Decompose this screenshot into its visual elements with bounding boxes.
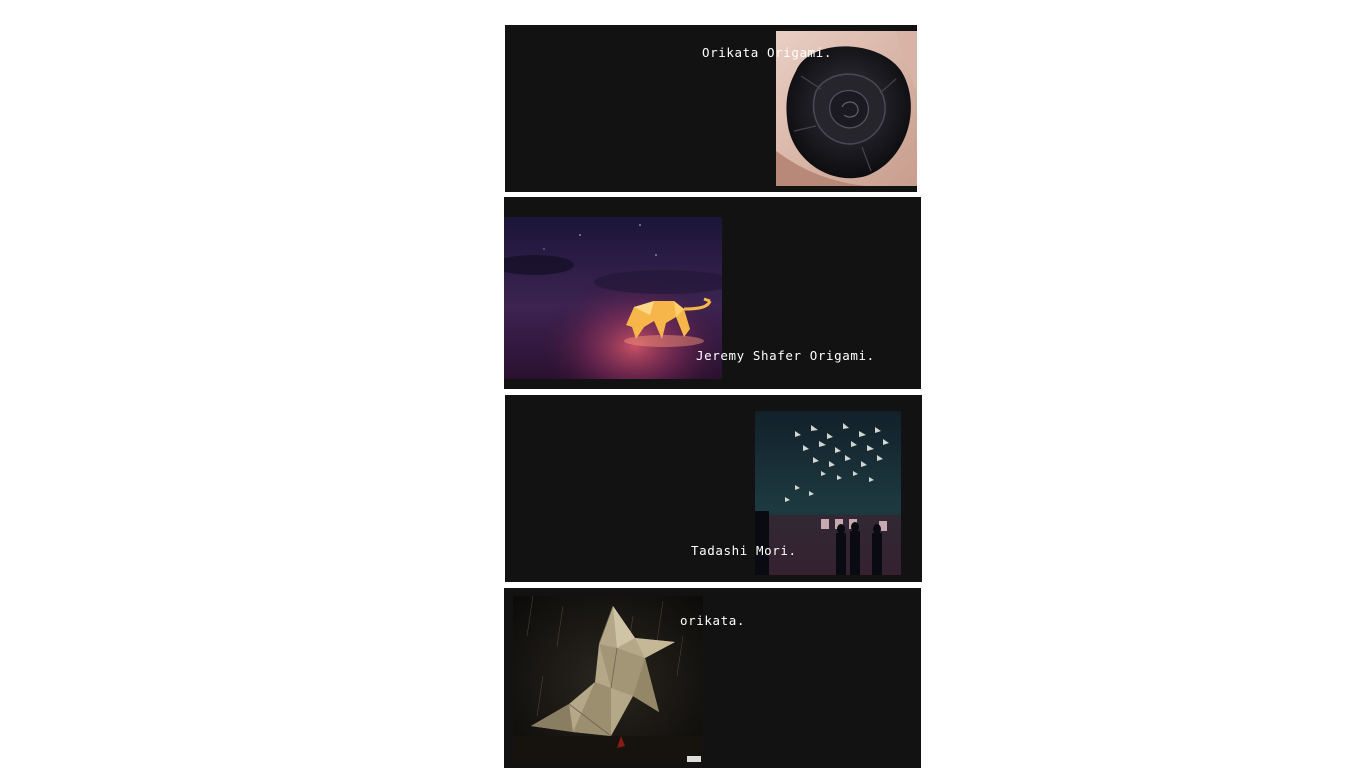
card-caption: Jeremy Shafer Origami. (696, 348, 875, 363)
gallery-card-orikata: orikata. (504, 588, 921, 768)
gallery-card-jeremy-shafer-origami: Jeremy Shafer Origami. (504, 197, 921, 389)
card-caption: Tadashi Mori. (691, 543, 797, 558)
origami-bird-in-rain-photo (513, 596, 703, 764)
gallery-card-orikata-origami: Orikata Origami. (505, 25, 917, 192)
card-caption: Orikata Origami. (702, 45, 833, 60)
card-caption: orikata. (680, 613, 746, 628)
gallery-card-tadashi-mori: Tadashi Mori. (505, 395, 922, 582)
glowing-origami-tiger-photo (504, 217, 722, 379)
